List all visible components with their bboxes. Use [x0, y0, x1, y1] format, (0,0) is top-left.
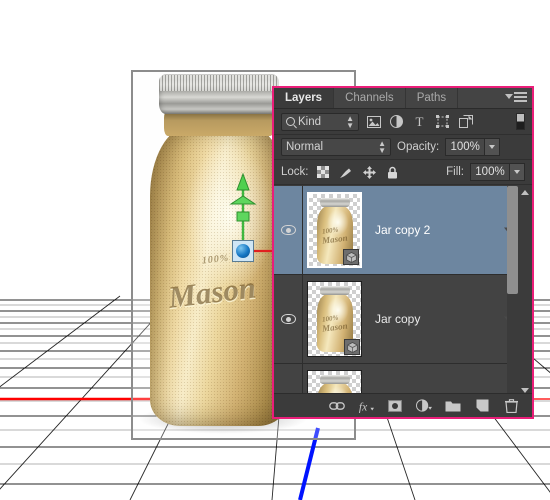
tab-paths[interactable]: Paths [405, 88, 459, 108]
filter-kind-label: Kind [298, 115, 322, 128]
filter-toggle-switch[interactable] [516, 113, 525, 130]
y-axis-arrowhead [236, 172, 250, 191]
fill-control[interactable]: 100% [470, 163, 525, 181]
search-icon [286, 117, 295, 126]
lock-transparent-pixels-icon[interactable] [315, 164, 332, 180]
shape-layer-filter-icon[interactable] [434, 114, 451, 130]
new-group-icon[interactable] [445, 398, 461, 414]
layer-thumbnail-cell[interactable]: 100% Mason [303, 281, 366, 357]
chevron-down-icon [489, 145, 496, 149]
panel-menu-icon[interactable] [505, 92, 527, 105]
layer-list-scrollbar-track[interactable] [507, 186, 518, 397]
opacity-input[interactable]: 100% [445, 138, 486, 156]
fill-input[interactable]: 100% [470, 163, 510, 181]
axis-center-ball[interactable] [236, 244, 250, 258]
layer-filter-row[interactable]: Kind ▲ ▼ T [274, 109, 532, 135]
delete-layer-icon[interactable] [503, 398, 519, 414]
pixel-layer-filter-icon[interactable] [365, 114, 382, 130]
new-adjustment-layer-icon[interactable] [416, 398, 432, 414]
filter-kind-select[interactable]: Kind ▲ ▼ [281, 112, 359, 131]
y-axis-scale-handle [236, 211, 250, 222]
link-layers-icon[interactable] [329, 398, 345, 414]
lock-label: Lock: [281, 166, 309, 178]
layer-thumbnail-cell[interactable]: 100% Mason [303, 192, 366, 268]
lock-position-icon[interactable] [361, 164, 378, 180]
layer-list-scrollbar-thumb[interactable] [507, 186, 518, 294]
scroll-up-arrow-icon[interactable] [521, 190, 529, 195]
panel-tab-bar[interactable]: Layers Channels Paths [274, 88, 532, 109]
blend-mode-select[interactable]: Normal ▲ ▼ [281, 138, 391, 156]
blend-mode-value: Normal [286, 141, 324, 153]
layer-list[interactable]: 100% Mason Jar copy 2 100% Mason Jar cop… [274, 186, 532, 397]
lock-all-icon[interactable] [384, 164, 401, 180]
tab-layers[interactable]: Layers [274, 88, 335, 108]
opacity-control[interactable]: 100% [445, 138, 501, 156]
svg-text:T: T [416, 115, 424, 128]
lock-row[interactable]: Lock: Fill: 100% [274, 160, 532, 185]
layer-visibility-cell[interactable] [274, 275, 303, 363]
blend-mode-row[interactable]: Normal ▲ ▼ Opacity: 100% [274, 135, 532, 160]
blend-mode-stepper[interactable]: ▲ ▼ [378, 140, 386, 155]
smart-object-filter-icon[interactable] [457, 114, 474, 130]
tab-channels[interactable]: Channels [334, 88, 406, 108]
eye-icon[interactable] [280, 314, 296, 324]
layer-style-fx-icon[interactable]: fx [358, 398, 374, 414]
layers-panel-footer[interactable]: fx [274, 393, 532, 417]
opacity-label: Opacity: [397, 141, 440, 153]
layer-list-scroll-arrows[interactable] [518, 186, 532, 397]
layer-thumbnail[interactable]: 100% Mason [307, 281, 362, 357]
table-row[interactable]: 100% Mason Jar copy [274, 275, 532, 364]
opacity-dropdown-button[interactable] [485, 138, 501, 156]
new-layer-icon[interactable] [474, 398, 490, 414]
filter-kind-stepper[interactable]: ▲ ▼ [346, 114, 354, 129]
fill-dropdown-button[interactable] [510, 163, 525, 181]
layer-thumbnail[interactable]: 100% Mason [307, 192, 362, 268]
3d-layer-badge-icon [343, 249, 359, 265]
3d-layer-badge-icon [344, 339, 360, 355]
y-axis-rotate-handle [229, 195, 257, 205]
layers-panel[interactable]: Layers Channels Paths Kind ▲ ▼ T Normal … [272, 86, 534, 419]
eye-icon[interactable] [280, 225, 296, 235]
table-row[interactable]: 100% Mason Jar copy 2 [274, 186, 532, 275]
adjustment-layer-filter-icon[interactable] [388, 114, 405, 130]
layer-visibility-cell[interactable] [274, 186, 303, 274]
jar-lid-ridges [159, 75, 279, 91]
add-layer-mask-icon[interactable] [387, 398, 403, 414]
fill-label: Fill: [446, 166, 464, 178]
lock-image-pixels-icon[interactable] [338, 164, 355, 180]
type-layer-filter-icon[interactable]: T [411, 114, 428, 130]
chevron-down-icon [514, 170, 520, 174]
svg-text:fx: fx [359, 401, 368, 413]
